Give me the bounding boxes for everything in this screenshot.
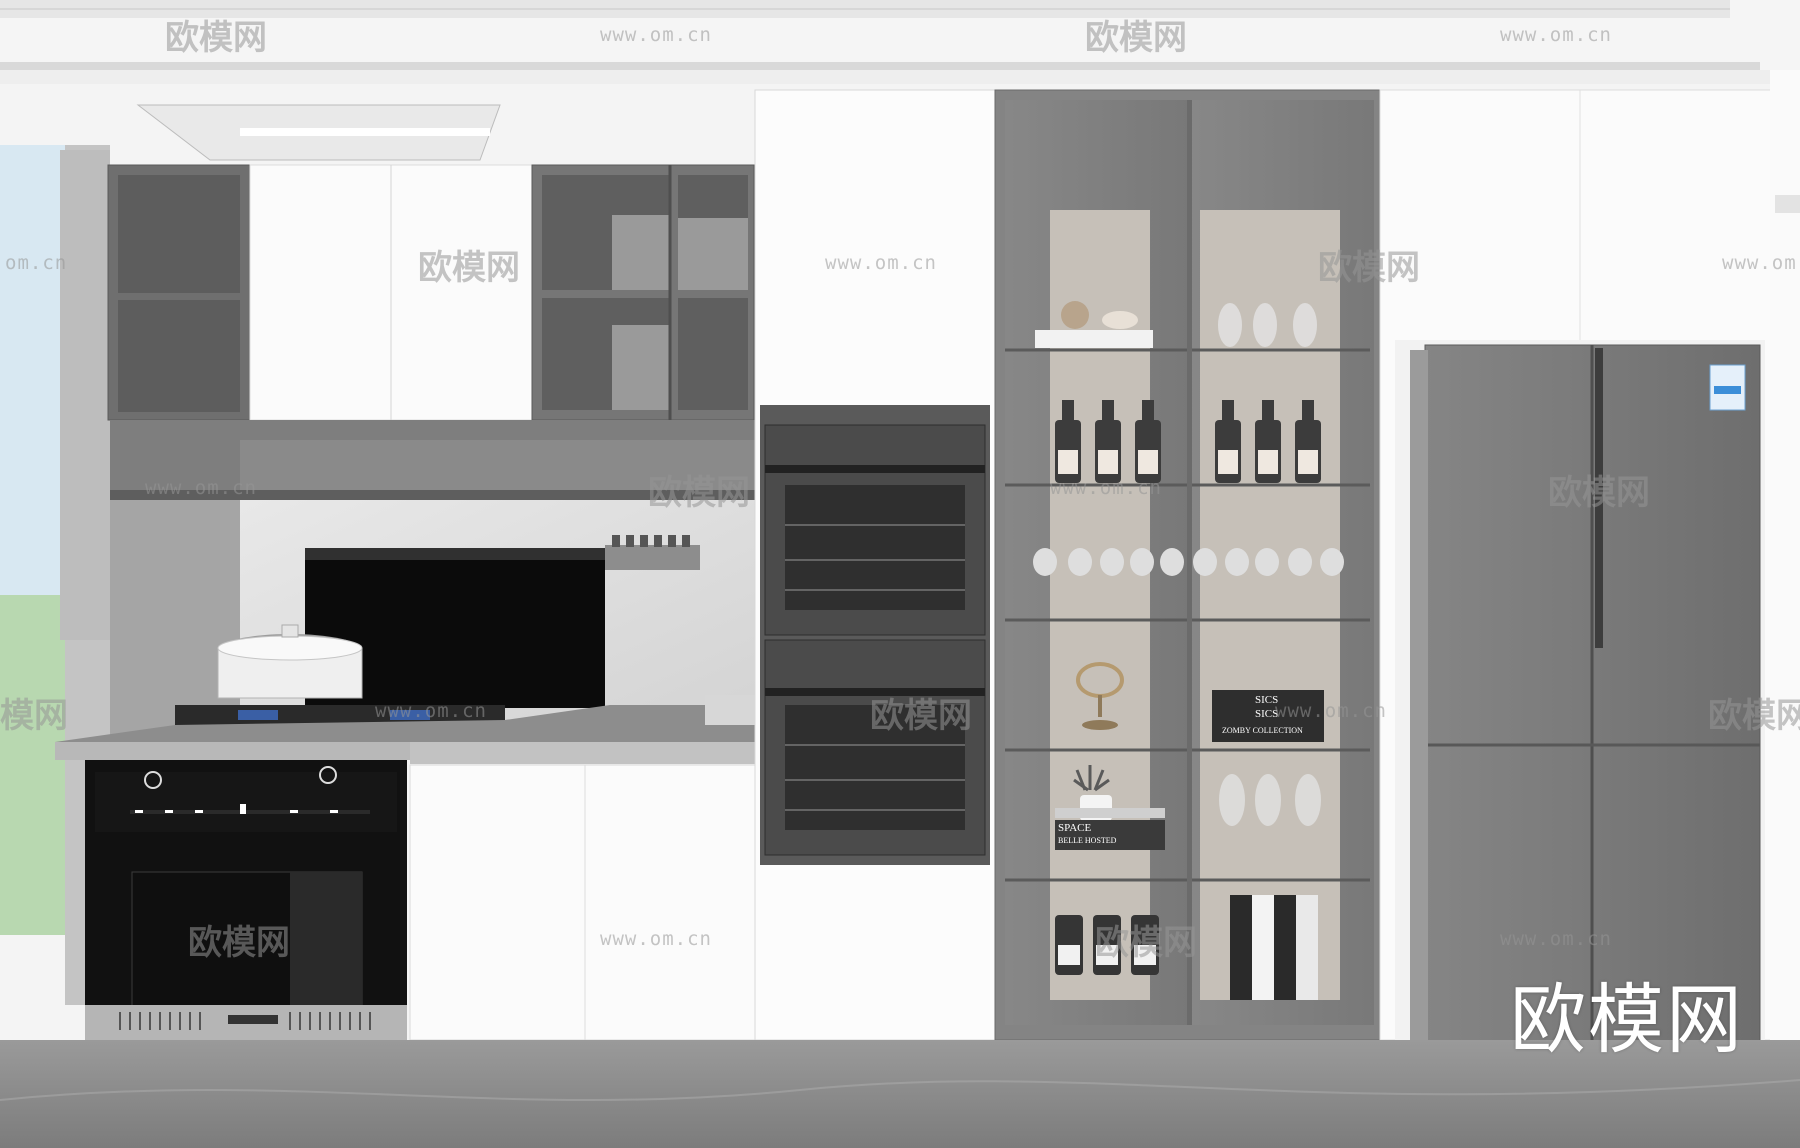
refrigerator xyxy=(1410,344,1761,1051)
lower-cabinet xyxy=(409,764,756,1041)
site-logo-text: 欧模网 xyxy=(1510,975,1744,1064)
kitchen-scene: SPACE BELLE HOSTED SICS SICS ZOMBY COLLE… xyxy=(0,0,1800,1148)
book-stack xyxy=(1230,895,1318,1000)
window xyxy=(0,145,65,595)
sics-book-line1: SICS xyxy=(1255,694,1279,706)
space-book-title: SPACE xyxy=(1058,822,1092,834)
sics-book-line2: SICS xyxy=(1255,708,1279,720)
sics-book-line3: ZOMBY COLLECTION xyxy=(1222,726,1303,735)
space-book-subtitle: BELLE HOSTED xyxy=(1058,836,1117,845)
